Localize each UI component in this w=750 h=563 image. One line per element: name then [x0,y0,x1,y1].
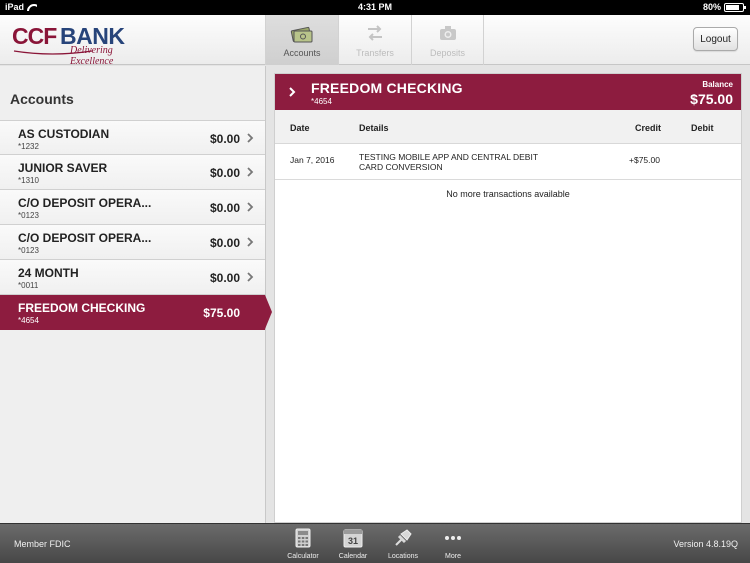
account-number: *1232 [18,142,39,151]
status-time: 4:31 PM [357,2,392,12]
balance-label: Balance [702,80,733,89]
account-balance: $0.00 [209,271,240,285]
accounts-sidebar: Accounts AS CUSTODIAN *1232 $0.00 JUNIOR… [0,66,272,523]
account-list: AS CUSTODIAN *1232 $0.00 JUNIOR SAVER *1… [0,120,272,330]
column-date: Date [290,123,310,133]
tab-transfers-label: Transfers [356,48,394,58]
logo-tagline: Delivering Excellence [70,45,114,67]
battery-icon [724,2,746,12]
tab-deposits[interactable]: Deposits [411,15,484,65]
logo-ccf: CCF [12,23,57,49]
account-balance: $0.00 [209,201,240,215]
column-debit: Debit [691,123,714,133]
battery-percent: 80% [702,2,721,12]
chevron-right-icon [247,237,254,247]
chevron-right-icon [247,133,254,143]
account-item-selected[interactable]: FREEDOM CHECKING *4654 $75.00 [0,295,272,330]
main-tabs: Accounts Transfers Deposits [265,15,484,65]
chevron-right-icon [247,167,254,177]
sidebar-title: Accounts [10,91,74,107]
account-number: *1310 [18,176,39,185]
status-bar: iPad 4:31 PM 80% [0,0,750,15]
tab-deposits-label: Deposits [429,48,465,58]
account-detail-number: *4654 [311,97,332,106]
money-icon [290,23,314,43]
balance-value: $75.00 [690,91,733,107]
transactions-header: Date Details Credit Debit [275,110,741,144]
tab-transfers[interactable]: Transfers [338,15,411,65]
account-detail-header[interactable]: FREEDOM CHECKING *4654 Balance $75.00 [275,74,741,110]
calendar-label: Calendar [338,553,368,560]
account-detail-panel: FREEDOM CHECKING *4654 Balance $75.00 Da… [274,73,742,523]
table-row[interactable]: Jan 7, 2016 TESTING MOBILE APP AND CENTR… [275,145,741,180]
calculator-button[interactable]: Calculator [278,527,328,560]
locations-label: Locations [388,553,418,560]
account-name: 24 MONTH [18,266,79,280]
tab-accounts-label: Accounts [283,48,321,58]
calendar-button[interactable]: 31 Calendar [328,527,378,560]
account-balance: $0.00 [209,236,240,250]
column-credit: Credit [635,123,662,133]
more-label: More [445,553,461,560]
calendar-day: 31 [348,536,358,546]
account-item[interactable]: JUNIOR SAVER *1310 $0.00 [0,155,265,190]
account-item[interactable]: C/O DEPOSIT OPERA... *0123 $0.00 [0,190,265,225]
tab-accounts[interactable]: Accounts [265,15,338,65]
transaction-details-line: CARD CONVERSION [359,162,443,172]
calculator-icon [295,527,311,549]
no-more-transactions: No more transactions available [446,189,570,199]
account-name: AS CUSTODIAN [18,127,110,141]
transfer-arrows-icon [365,23,385,43]
account-balance: $0.00 [209,166,240,180]
logout-button[interactable]: Logout [693,27,738,51]
account-item[interactable]: AS CUSTODIAN *1232 $0.00 [0,120,265,155]
account-name: C/O DEPOSIT OPERA... [18,231,152,245]
battery-fill [726,4,739,10]
status-right: 80% [702,2,746,12]
account-number: *4654 [18,316,39,325]
transaction-credit: +$75.00 [629,155,660,165]
account-number: *0011 [18,281,39,290]
transaction-details: TESTING MOBILE APP AND CENTRAL DEBIT CAR… [359,152,569,172]
app-footer: Member FDIC Calculator 31 Calendar Locat… [0,523,750,563]
calendar-icon: 31 [343,527,363,549]
account-detail-title: FREEDOM CHECKING [311,80,463,96]
chevron-right-icon [247,272,254,282]
calculator-label: Calculator [287,553,319,560]
locations-button[interactable]: Locations [378,527,428,560]
account-item[interactable]: 24 MONTH *0011 $0.00 [0,260,265,295]
ccf-bank-logo: CCF BANK Delivering Excellence [12,23,132,67]
account-name: FREEDOM CHECKING [18,301,146,315]
location-pin-icon [393,527,413,549]
more-button[interactable]: More [428,527,478,560]
transaction-date: Jan 7, 2016 [290,155,335,165]
transaction-details-line: TESTING MOBILE APP AND CENTRAL DEBIT [359,152,539,162]
account-item[interactable]: C/O DEPOSIT OPERA... *0123 $0.00 [0,225,265,260]
account-balance: $75.00 [203,306,240,320]
footer-tools: Calculator 31 Calendar Locations More [278,527,478,560]
column-details: Details [359,123,389,133]
more-dots-icon [443,527,463,549]
account-name: JUNIOR SAVER [18,161,108,175]
chevron-right-icon [289,87,296,97]
camera-icon [438,23,458,43]
app-header: CCF BANK Delivering Excellence Accounts [0,15,750,67]
account-balance: $0.00 [209,132,240,146]
chevron-right-icon [247,202,254,212]
account-name: C/O DEPOSIT OPERA... [18,196,152,210]
app-version: Version 4.8.19Q [673,539,738,549]
member-fdic: Member FDIC [14,539,71,549]
account-number: *0123 [18,246,39,255]
account-number: *0123 [18,211,39,220]
